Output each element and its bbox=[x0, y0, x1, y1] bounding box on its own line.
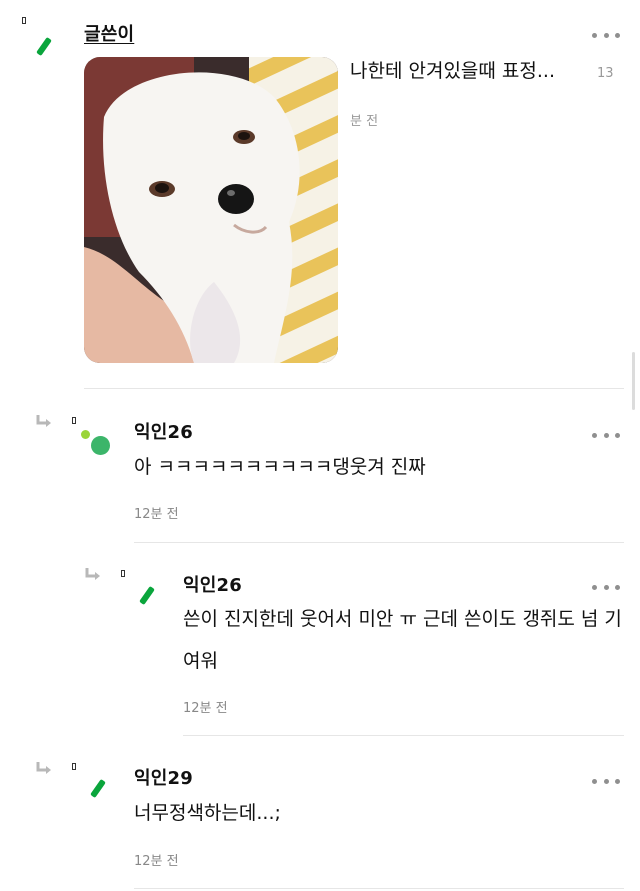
more-dot-icon bbox=[592, 778, 597, 784]
divider bbox=[84, 388, 624, 389]
badge-icon bbox=[121, 570, 125, 577]
post-author[interactable]: 글쓴이 bbox=[84, 20, 134, 46]
badge-icon bbox=[72, 763, 76, 770]
more-dot-icon bbox=[603, 32, 609, 38]
comment-time: 12분 전 bbox=[183, 701, 228, 716]
comment-author[interactable]: 익인29 bbox=[134, 764, 193, 790]
more-dot-icon bbox=[603, 432, 609, 438]
dog-photo-image bbox=[84, 57, 338, 363]
comment-more-button[interactable] bbox=[592, 776, 620, 786]
comment-more-button[interactable] bbox=[592, 582, 620, 592]
avatar-dot-large bbox=[91, 436, 110, 455]
comment-author[interactable]: 익인26 bbox=[183, 571, 242, 597]
comment-message: 쓴이 진지한데 웃어서 미안 ㅠ 근데 쓴이도 갱쥐도 넘 기여워 bbox=[183, 608, 622, 672]
more-dot-icon bbox=[592, 32, 597, 38]
divider bbox=[183, 735, 624, 736]
author-avatar bbox=[139, 585, 155, 606]
post-view-count: 13 bbox=[597, 66, 614, 81]
comment-author[interactable]: 익인26 bbox=[134, 418, 193, 444]
reply-arrow-icon bbox=[36, 415, 51, 427]
post-more-button[interactable] bbox=[592, 30, 620, 40]
badge-icon bbox=[72, 417, 76, 424]
more-dot-icon bbox=[615, 32, 620, 38]
more-dot-icon bbox=[592, 432, 597, 438]
divider bbox=[134, 888, 624, 889]
author-avatar bbox=[90, 778, 106, 799]
reply-arrow-icon bbox=[36, 762, 51, 774]
post-message: 나한테 안겨있을때 표정... bbox=[350, 60, 555, 82]
divider bbox=[134, 542, 624, 543]
more-dot-icon bbox=[615, 432, 620, 438]
more-dot-icon bbox=[592, 584, 597, 590]
more-dot-icon bbox=[603, 584, 609, 590]
comment-time: 12분 전 bbox=[134, 854, 179, 869]
more-dot-icon bbox=[615, 778, 620, 784]
post-time: 분 전 bbox=[350, 114, 379, 129]
author-avatar bbox=[36, 36, 52, 57]
comment-more-button[interactable] bbox=[592, 430, 620, 440]
comment-time: 12분 전 bbox=[134, 507, 179, 522]
comment-message: 아 ㅋㅋㅋㅋㅋㅋㅋㅋㅋㅋ댕웃겨 진짜 bbox=[134, 456, 426, 478]
more-dot-icon bbox=[615, 584, 620, 590]
badge-icon bbox=[22, 17, 26, 24]
reply-arrow-icon bbox=[85, 568, 100, 580]
more-dot-icon bbox=[603, 778, 609, 784]
scrollbar[interactable] bbox=[632, 352, 635, 410]
avatar-dot-small bbox=[81, 430, 90, 439]
post-photo[interactable] bbox=[84, 57, 338, 363]
comment-message: 너무정색하는데...; bbox=[134, 802, 281, 824]
